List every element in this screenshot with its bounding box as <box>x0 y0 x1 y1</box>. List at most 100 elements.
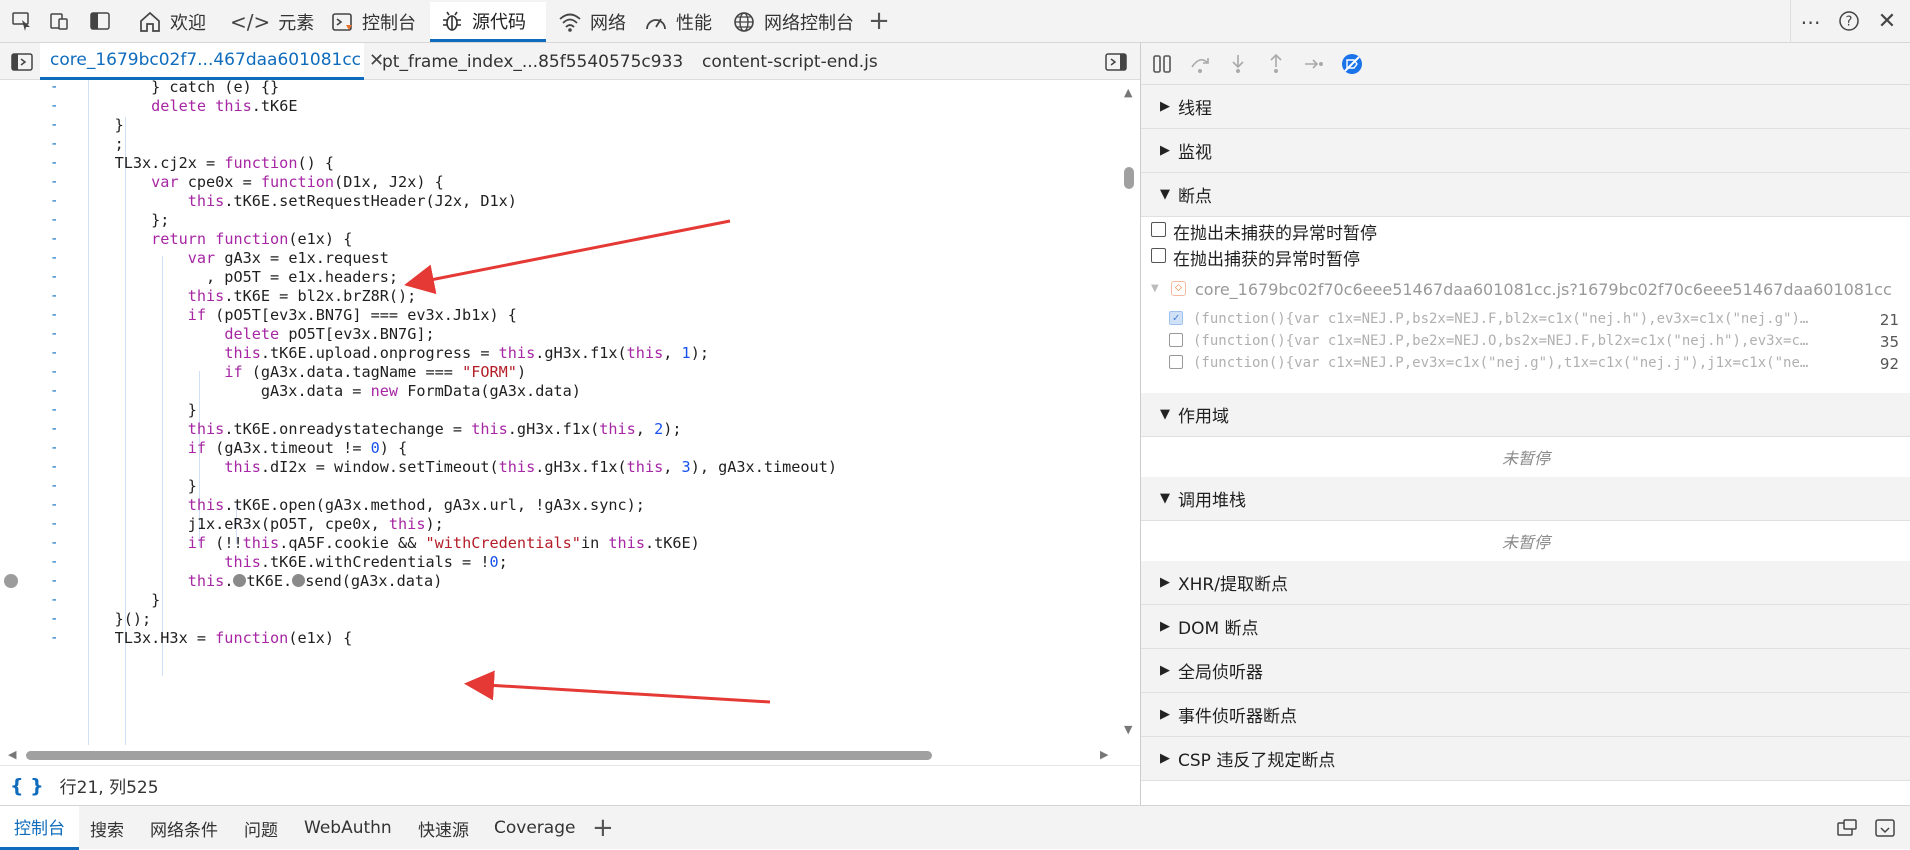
section-xhr-breakpoints[interactable]: ▶ XHR/提取断点 <box>1141 561 1910 605</box>
breakpoint-checkbox[interactable]: ✓ <box>1169 311 1183 325</box>
section-dom-breakpoints[interactable]: ▶ DOM 断点 <box>1141 605 1910 649</box>
section-title: 调用堆栈 <box>1178 491 1246 511</box>
step-into-icon[interactable] <box>1223 49 1253 79</box>
tab-network[interactable]: 网络 <box>548 2 636 42</box>
dock-icon[interactable] <box>86 6 114 36</box>
tab-performance[interactable]: 性能 <box>634 2 722 42</box>
cursor-position: 行21, 列525 <box>59 778 159 798</box>
pause-uncaught-checkbox[interactable] <box>1151 222 1166 237</box>
help-icon[interactable]: ? <box>1834 6 1864 36</box>
pause-uncaught-row[interactable]: 在抛出未捕获的异常时暂停 <box>1141 217 1910 244</box>
section-title: CSP 违反了规定断点 <box>1178 751 1336 771</box>
drawer-tab-label: WebAuthn <box>304 818 392 838</box>
undock-drawer-icon[interactable] <box>1832 813 1862 843</box>
section-title: 事件侦听器断点 <box>1178 707 1297 727</box>
close-icon[interactable]: ✕ <box>1872 6 1902 36</box>
tab-elements[interactable]: </> 元素 <box>220 2 324 42</box>
scroll-thumb[interactable] <box>26 751 932 760</box>
scroll-right-icon[interactable]: ▶ <box>1100 748 1108 761</box>
breakpoint-line-number: 35 <box>1879 333 1899 351</box>
tab-network-console[interactable]: 网络控制台 <box>722 2 864 42</box>
code-line: - TL3x.H3x = function(e1x) { <box>0 627 1120 650</box>
breakpoint-file-row[interactable]: ▼ ◇ core_1679bc02f70c6eee51467daa601081c… <box>1141 277 1910 307</box>
file-tab-label: core_1679bc02f7...467daa601081cc <box>50 50 362 70</box>
tab-label: 性能 <box>676 13 712 34</box>
section-watch[interactable]: ▶ 监视 <box>1141 129 1910 173</box>
chevron-down-icon: ▼ <box>1160 187 1170 202</box>
code-editor[interactable]: - } catch (e) {} - delete this.tK6E - } - ;… <box>0 80 1126 745</box>
drawer-tab-label: 控制台 <box>14 819 65 839</box>
breakpoint-code: (function(){var c1x=NEJ.P,bs2x=NEJ.F,bl2… <box>1193 311 1809 327</box>
step-out-icon[interactable] <box>1261 49 1291 79</box>
chevron-right-icon: ▶ <box>1160 99 1170 114</box>
pause-icon[interactable] <box>1147 49 1177 79</box>
tab-sources[interactable]: 源代码 <box>430 2 546 42</box>
scroll-down-icon[interactable]: ▼ <box>1124 723 1132 736</box>
section-title: DOM 断点 <box>1178 619 1259 639</box>
tab-label: 元素 <box>278 13 315 34</box>
horizontal-scrollbar[interactable]: ◀ ▶ <box>0 745 1126 765</box>
section-scope[interactable]: ▼ 作用域 <box>1141 393 1910 437</box>
tab-label: 源代码 <box>472 11 526 33</box>
breakpoint-item[interactable]: (function(){var c1x=NEJ.P,ev3x=c1x("nej.… <box>1141 351 1910 379</box>
drawer-tab-label: 问题 <box>244 820 278 841</box>
breakpoint-checkbox[interactable] <box>1169 355 1183 369</box>
home-icon <box>140 11 160 32</box>
drawer-tab-search[interactable]: 搜索 <box>90 806 124 850</box>
drawer-tab-console[interactable]: 控制台 <box>0 806 79 850</box>
pause-caught-row[interactable]: 在抛出捕获的异常时暂停 <box>1141 243 1910 270</box>
scope-not-paused: 未暂停 <box>1501 449 1550 468</box>
step-over-icon[interactable] <box>1185 49 1215 79</box>
file-tab-frame[interactable]: pt_frame_index_...85f5540575c933 <box>372 43 693 80</box>
deactivate-breakpoints-icon[interactable] <box>1337 49 1367 79</box>
debugger-toggle-icon[interactable] <box>1102 47 1130 77</box>
drawer-tab-coverage[interactable]: Coverage <box>494 806 575 850</box>
chevron-down-icon: ▼ <box>1160 407 1170 422</box>
file-tab-content-script[interactable]: content-script-end.js <box>692 43 888 80</box>
close-drawer-icon[interactable] <box>1870 813 1900 843</box>
drawer-tab-webauthn[interactable]: WebAuthn <box>304 806 392 850</box>
svg-text:?: ? <box>1846 15 1853 30</box>
drawer-tab-label: 搜索 <box>90 820 124 841</box>
section-breakpoints[interactable]: ▼ 断点 <box>1141 173 1910 217</box>
tab-welcome[interactable]: 欢迎 <box>128 2 216 42</box>
chevron-right-icon: ▶ <box>1160 751 1170 766</box>
scroll-up-icon[interactable]: ▲ <box>1124 86 1132 99</box>
section-csp-breakpoints[interactable]: ▶ CSP 违反了规定断点 <box>1141 737 1910 781</box>
drawer-tab-quick-source[interactable]: 快速源 <box>418 806 469 850</box>
breakpoint-marker[interactable] <box>4 574 18 588</box>
section-title: 监视 <box>1178 143 1212 163</box>
plus-icon[interactable]: + <box>864 6 894 36</box>
drawer-tab-label: Coverage <box>494 818 576 838</box>
pretty-print-icon[interactable]: { } <box>10 775 44 797</box>
section-threads[interactable]: ▶ 线程 <box>1141 85 1910 129</box>
section-title: XHR/提取断点 <box>1178 575 1288 595</box>
file-tab-core[interactable]: core_1679bc02f7...467daa601081cc ✕ <box>40 43 384 80</box>
scroll-left-icon[interactable]: ◀ <box>8 748 16 761</box>
plus-icon[interactable]: + <box>592 806 614 850</box>
section-callstack[interactable]: ▼ 调用堆栈 <box>1141 477 1910 521</box>
step-icon[interactable] <box>1299 49 1329 79</box>
chevron-down-icon: ▼ <box>1151 283 1159 294</box>
section-event-listener-breakpoints[interactable]: ▶ 事件侦听器断点 <box>1141 693 1910 737</box>
bug-icon <box>443 11 461 31</box>
tab-label: 控制台 <box>362 13 416 34</box>
chevron-right-icon: ▶ <box>1160 143 1170 158</box>
tab-console[interactable]: 控制台 <box>320 2 426 42</box>
line-gutter-marker[interactable]: - <box>50 627 58 650</box>
pause-caught-label: 在抛出捕获的异常时暂停 <box>1173 250 1360 270</box>
navigator-toggle-icon[interactable] <box>8 47 36 77</box>
js-file-icon: ◇ <box>1171 281 1186 296</box>
device-emulation-icon[interactable] <box>46 6 74 36</box>
scroll-thumb[interactable] <box>1124 167 1134 189</box>
vertical-scrollbar[interactable]: ▲ ▼ <box>1120 80 1140 745</box>
section-global-listeners[interactable]: ▶ 全局侦听器 <box>1141 649 1910 693</box>
breakpoint-checkbox[interactable] <box>1169 333 1183 347</box>
pause-caught-checkbox[interactable] <box>1151 248 1166 263</box>
tab-label: 网络控制台 <box>764 13 854 34</box>
inspect-icon[interactable] <box>8 6 36 36</box>
chevron-right-icon: ▶ <box>1160 619 1170 634</box>
drawer-tab-issues[interactable]: 问题 <box>244 806 278 850</box>
drawer-tab-network-conditions[interactable]: 网络条件 <box>150 806 218 850</box>
more-icon[interactable]: ⋯ <box>1790 0 1830 43</box>
